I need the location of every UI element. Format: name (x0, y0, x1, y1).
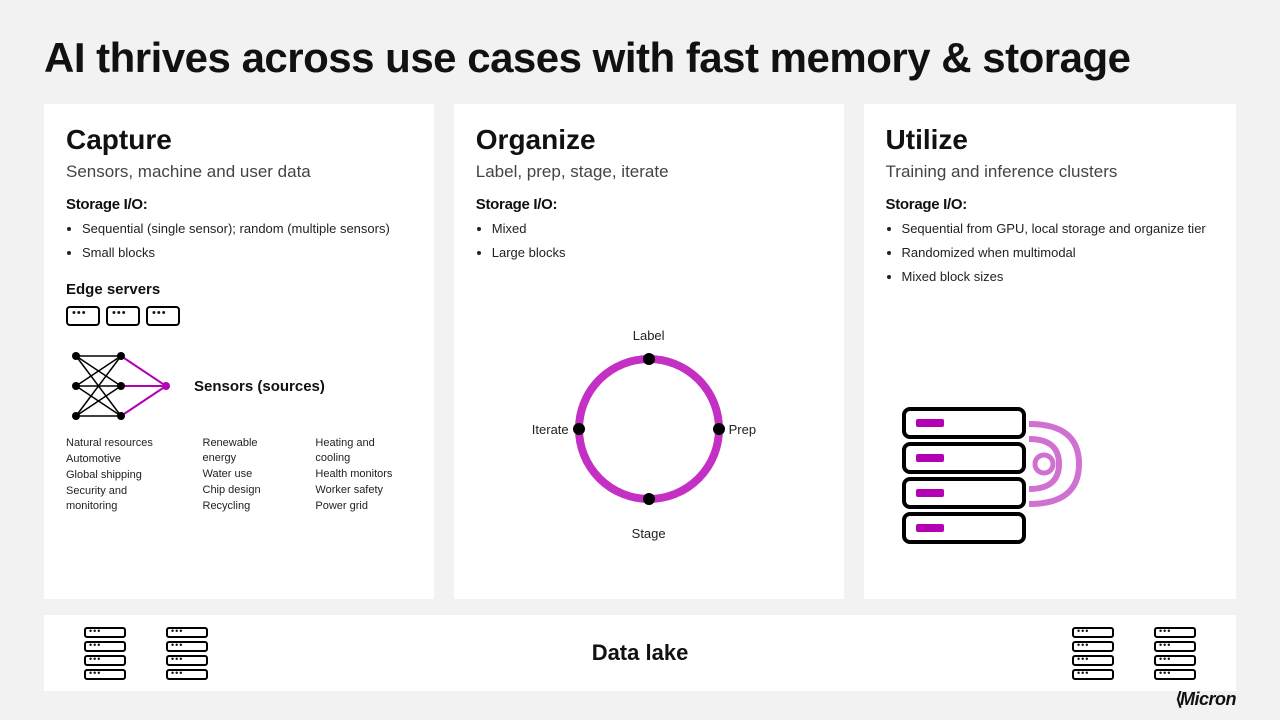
sources-columns: Natural resources Automotive Global ship… (66, 436, 412, 514)
brand-logo: Micron (1175, 689, 1236, 710)
cycle-diagram: Label Prep Stage Iterate (519, 334, 779, 524)
source-item: Heating and cooling (315, 436, 411, 466)
storage-stack-icon (166, 627, 208, 680)
organize-io-label: Storage I/O: (476, 196, 822, 213)
source-item: Natural resources (66, 436, 181, 451)
edge-servers-label: Edge servers (66, 281, 412, 298)
source-item: Worker safety (315, 483, 411, 498)
cycle-label-top: Label (633, 328, 665, 343)
bullet: Sequential (single sensor); random (mult… (82, 219, 412, 239)
sources-col: Natural resources Automotive Global ship… (66, 436, 181, 514)
utilize-title: Utilize (886, 124, 1214, 156)
utilize-io-label: Storage I/O: (886, 196, 1214, 213)
source-item: Renewable energy (203, 436, 294, 466)
bullet: Sequential from GPU, local storage and o… (902, 219, 1214, 239)
storage-stack-icon (84, 627, 126, 680)
datalake-icons-right (1072, 627, 1196, 680)
source-item: Automotive (66, 452, 181, 467)
server-icon (66, 306, 100, 326)
server-icon (146, 306, 180, 326)
utilize-subtitle: Training and inference clusters (886, 162, 1214, 182)
bullet: Large blocks (492, 243, 822, 263)
utilize-bullets: Sequential from GPU, local storage and o… (886, 219, 1214, 287)
cluster-icon (894, 404, 1114, 554)
organize-bullets: Mixed Large blocks (476, 219, 822, 263)
capture-title: Capture (66, 124, 412, 156)
datalake-label: Data lake (592, 640, 689, 666)
sources-col: Heating and cooling Health monitors Work… (315, 436, 411, 514)
capture-subtitle: Sensors, machine and user data (66, 162, 412, 182)
datalake-bar: Data lake (44, 615, 1236, 691)
sensors-label: Sensors (sources) (194, 378, 325, 395)
edge-servers-icons (66, 306, 412, 326)
source-item: Water use (203, 467, 294, 482)
organize-title: Organize (476, 124, 822, 156)
datalake-icons-left (84, 627, 208, 680)
capture-card: Capture Sensors, machine and user data S… (44, 104, 434, 599)
sensors-row: Sensors (sources) (66, 346, 412, 426)
source-item: Power grid (315, 499, 411, 514)
bullet: Mixed (492, 219, 822, 239)
columns-container: Capture Sensors, machine and user data S… (44, 104, 1236, 599)
slide-title: AI thrives across use cases with fast me… (44, 34, 1236, 82)
cycle-label-left: Iterate (532, 422, 569, 437)
cycle-label-bottom: Stage (632, 526, 666, 541)
capture-io-label: Storage I/O: (66, 196, 412, 213)
source-item: Chip design (203, 483, 294, 498)
storage-stack-icon (1072, 627, 1114, 680)
cycle-label-right: Prep (729, 422, 756, 437)
neural-net-icon (66, 346, 176, 426)
capture-bullets: Sequential (single sensor); random (mult… (66, 219, 412, 263)
server-icon (106, 306, 140, 326)
source-item: Recycling (203, 499, 294, 514)
bullet: Mixed block sizes (902, 267, 1214, 287)
bullet: Randomized when multimodal (902, 243, 1214, 263)
utilize-card: Utilize Training and inference clusters … (864, 104, 1236, 599)
source-item: Health monitors (315, 467, 411, 482)
sources-col: Renewable energy Water use Chip design R… (203, 436, 294, 514)
organize-subtitle: Label, prep, stage, iterate (476, 162, 822, 182)
slide: AI thrives across use cases with fast me… (0, 0, 1280, 720)
organize-card: Organize Label, prep, stage, iterate Sto… (454, 104, 844, 599)
storage-stack-icon (1154, 627, 1196, 680)
source-item: Security and monitoring (66, 484, 181, 514)
bullet: Small blocks (82, 243, 412, 263)
source-item: Global shipping (66, 468, 181, 483)
